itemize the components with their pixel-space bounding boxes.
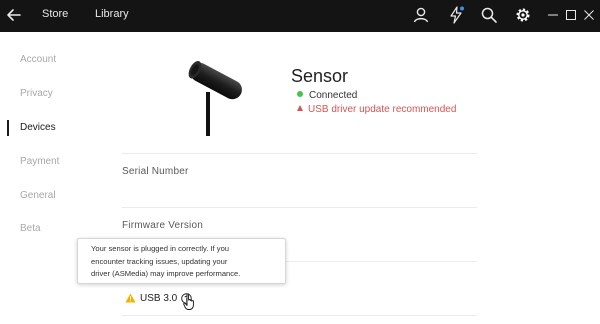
usb-info-tooltip: Your sensor is plugged in correctly. If … xyxy=(77,238,286,284)
lightning-icon[interactable] xyxy=(446,5,466,25)
minimize-icon[interactable] xyxy=(543,5,563,25)
sidebar-item-payment[interactable]: Payment xyxy=(20,155,59,169)
gear-icon[interactable] xyxy=(513,5,533,25)
status-warning: USB driver update recommended xyxy=(297,103,456,117)
warning-triangle-icon xyxy=(297,105,303,111)
divider xyxy=(122,207,477,208)
sidebar-item-privacy[interactable]: Privacy xyxy=(20,87,53,101)
status-warning-label: USB driver update recommended xyxy=(308,104,457,115)
firmware-version-label: Firmware Version xyxy=(122,220,203,231)
close-icon[interactable] xyxy=(579,5,599,25)
divider xyxy=(122,315,477,316)
warning-icon xyxy=(125,293,136,303)
user-icon[interactable] xyxy=(411,5,431,25)
arrow-left-icon[interactable] xyxy=(4,4,26,26)
tooltip-line: driver (ASMedia) may improve performance… xyxy=(91,269,241,278)
status-connected: Connected xyxy=(297,89,357,103)
sidebar-item-devices[interactable]: Devices xyxy=(20,121,56,135)
tooltip-line: Your sensor is plugged in correctly. If … xyxy=(91,244,230,253)
nav-library[interactable]: Library xyxy=(95,0,129,32)
hand-cursor-icon xyxy=(183,293,194,310)
divider xyxy=(122,153,477,154)
sensor-device-image xyxy=(188,61,242,136)
search-icon[interactable] xyxy=(479,5,499,25)
active-indicator xyxy=(7,120,9,136)
notification-dot xyxy=(460,6,464,11)
top-bar: Store Library xyxy=(0,0,600,32)
status-connected-label: Connected xyxy=(309,90,358,101)
sidebar-item-account[interactable]: Account xyxy=(20,53,56,67)
device-name: Sensor xyxy=(291,66,349,86)
sidebar-item-general[interactable]: General xyxy=(20,189,56,203)
maximize-icon[interactable] xyxy=(561,5,581,25)
sidebar-item-beta[interactable]: Beta xyxy=(20,222,41,236)
nav-store[interactable]: Store xyxy=(42,0,68,32)
serial-number-label: Serial Number xyxy=(122,166,189,177)
connected-dot-icon xyxy=(297,91,303,97)
usb-version-label: USB 3.0 xyxy=(140,292,178,304)
tooltip-line: encounter tracking issues, updating your xyxy=(91,256,228,266)
